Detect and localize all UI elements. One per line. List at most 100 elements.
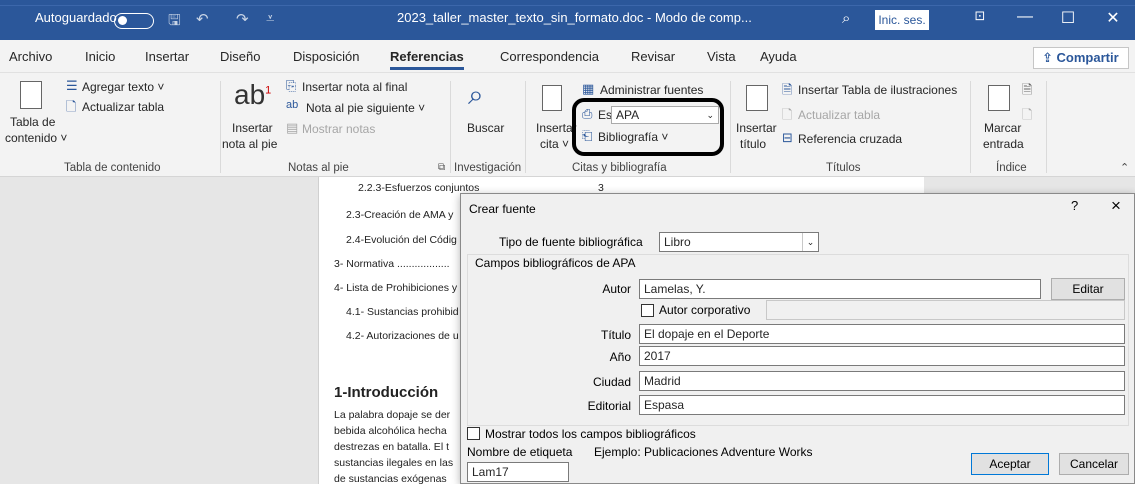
mark-entry-label-1[interactable]: Marcar	[984, 121, 1021, 135]
group-separator	[730, 81, 731, 173]
minimize-icon[interactable]: —	[1010, 8, 1040, 26]
apa-fields-label: Campos bibliográficos de APA	[473, 256, 638, 270]
toc-line: 3- Normativa ..................	[334, 258, 450, 270]
insert-table-of-figures-button[interactable]: Insertar Tabla de ilustraciones	[798, 83, 957, 97]
toc-line: 2.4-Evolución del Códig	[346, 234, 457, 246]
update-figures-button[interactable]: Actualizar tabla	[798, 108, 880, 122]
redo-icon[interactable]: ↷	[236, 10, 249, 28]
tab-insertar[interactable]: Insertar	[145, 49, 189, 64]
show-all-fields-checkbox[interactable]	[467, 427, 480, 440]
search-icon[interactable]: ⌕	[842, 10, 850, 27]
author-input[interactable]: Lamelas, Y.	[639, 279, 1041, 299]
insert-index-icon[interactable]: 🗎	[1022, 81, 1032, 103]
tab-vista[interactable]: Vista	[707, 49, 736, 64]
edit-author-button[interactable]: Editar	[1051, 278, 1125, 300]
captions-group-label: Títulos	[826, 162, 861, 174]
dialog-launcher-icon[interactable]: ⧉	[438, 162, 445, 173]
cancel-button[interactable]: Cancelar	[1059, 453, 1129, 475]
show-notes-icon: ▤	[286, 120, 299, 135]
corporate-author-input[interactable]	[766, 300, 1125, 320]
update-figures-icon: 🗋	[782, 107, 793, 122]
manage-sources-button[interactable]: Administrar fuentes	[600, 83, 703, 97]
toc-line: 4.2- Autorizaciones de u	[346, 330, 459, 342]
body-line: bebida alcohólica hecha	[334, 425, 447, 437]
close-icon[interactable]: ×	[1111, 196, 1121, 216]
close-window-icon[interactable]: ✕	[1098, 8, 1128, 28]
next-footnote-button[interactable]: Nota al pie siguiente ˅	[306, 101, 425, 115]
show-all-fields-label: Mostrar todos los campos bibliográficos	[485, 427, 696, 441]
ribbon: Tabla de contenido ˅ ☰ Agregar texto ˅ 🗋…	[0, 73, 1135, 177]
insert-caption-label-1[interactable]: Insertar	[736, 121, 777, 135]
save-icon[interactable]: 🖫	[168, 10, 181, 35]
year-label: Año	[609, 350, 631, 364]
ok-button[interactable]: Aceptar	[971, 453, 1049, 475]
source-type-select[interactable]: Libro ⌄	[659, 232, 819, 252]
tab-diseno[interactable]: Diseño	[220, 49, 260, 64]
autosave-toggle[interactable]	[114, 13, 154, 29]
mark-entry-icon	[988, 85, 1010, 111]
citations-group-label: Citas y bibliografía	[572, 162, 667, 174]
customize-toolbar-icon[interactable]: ⩡	[266, 10, 274, 27]
toc-label-2[interactable]: contenido ˅	[5, 131, 67, 145]
show-notes-button[interactable]: Mostrar notas	[302, 122, 375, 136]
tab-revisar[interactable]: Revisar	[631, 49, 675, 64]
insert-citation-label-1[interactable]: Insertar	[536, 121, 577, 135]
tab-disposicion[interactable]: Disposición	[293, 49, 359, 64]
update-table-button[interactable]: Actualizar tabla	[82, 100, 164, 114]
insert-endnote-button[interactable]: Insertar nota al final	[302, 80, 407, 94]
mark-entry-label-2[interactable]: entrada	[983, 137, 1024, 151]
tab-correspondencia[interactable]: Correspondencia	[500, 49, 599, 64]
title-bar: Autoguardado 🖫 ↶ ↷ ⩡ 2023_taller_master_…	[0, 0, 1135, 40]
toc-label-1[interactable]: Tabla de	[10, 115, 55, 129]
group-separator	[220, 81, 221, 173]
manage-sources-icon: ▦	[582, 81, 595, 96]
group-separator	[970, 81, 971, 173]
top-strip	[0, 0, 1135, 6]
publisher-label: Editorial	[587, 399, 631, 413]
cross-reference-button[interactable]: Referencia cruzada	[798, 132, 902, 146]
help-icon[interactable]: ?	[1071, 198, 1078, 213]
insert-caption-label-2[interactable]: título	[740, 137, 766, 151]
ribbon-display-icon[interactable]: ⊡	[965, 8, 995, 24]
source-type-label: Tipo de fuente bibliográfica	[499, 235, 643, 249]
share-button[interactable]: ⇪ Compartir	[1033, 47, 1129, 69]
cross-reference-icon: ⊟	[782, 130, 793, 145]
example-label: Ejemplo: Publicaciones Adventure Works	[594, 445, 813, 459]
dialog-title: Crear fuente	[469, 202, 536, 216]
add-text-icon: ☰	[66, 78, 78, 93]
document-title: 2023_taller_master_texto_sin_formato.doc…	[397, 10, 752, 25]
undo-icon[interactable]: ↶	[196, 10, 209, 28]
tab-archivo[interactable]: Archivo	[9, 49, 52, 64]
group-separator	[1046, 81, 1047, 173]
tag-name-input[interactable]: Lam17	[467, 462, 569, 482]
title-label: Título	[600, 328, 631, 342]
create-source-dialog: Crear fuente ? × Tipo de fuente bibliogr…	[460, 193, 1135, 484]
corporate-author-checkbox[interactable]	[641, 304, 654, 317]
sign-in-button[interactable]: Inic. ses.	[875, 10, 929, 30]
publisher-input[interactable]: Espasa	[639, 395, 1125, 415]
city-input[interactable]: Madrid	[639, 371, 1125, 391]
tab-inicio[interactable]: Inicio	[85, 49, 115, 64]
corporate-author-label: Autor corporativo	[659, 303, 751, 317]
tab-referencias[interactable]: Referencias	[390, 49, 464, 70]
insert-citation-icon	[542, 85, 562, 111]
section-heading: 1-Introducción	[334, 384, 439, 401]
search-button[interactable]: Buscar	[467, 121, 504, 135]
search-icon: ⌕	[468, 79, 484, 110]
insert-footnote-label-1[interactable]: Insertar	[232, 121, 273, 135]
add-text-button[interactable]: Agregar texto ˅	[82, 80, 164, 94]
table-of-figures-icon: 🗎	[782, 82, 793, 97]
source-type-value: Libro	[664, 235, 691, 249]
insert-citation-label-2[interactable]: cita ˅	[540, 137, 569, 151]
year-input[interactable]: 2017	[639, 346, 1125, 366]
maximize-icon[interactable]: ☐	[1053, 8, 1083, 28]
collapse-ribbon-icon[interactable]: ⌃	[1120, 161, 1129, 174]
table-of-contents-icon	[20, 81, 42, 109]
city-label: Ciudad	[592, 375, 631, 389]
title-input[interactable]: El dopaje en el Deporte	[639, 324, 1125, 344]
insert-footnote-label-2[interactable]: nota al pie	[222, 137, 277, 151]
body-line: destrezas en batalla. El t	[334, 441, 449, 453]
tab-ayuda[interactable]: Ayuda	[760, 49, 797, 64]
update-index-icon[interactable]: 🗋	[1022, 106, 1032, 128]
footnote-icon: ab1	[234, 79, 272, 110]
